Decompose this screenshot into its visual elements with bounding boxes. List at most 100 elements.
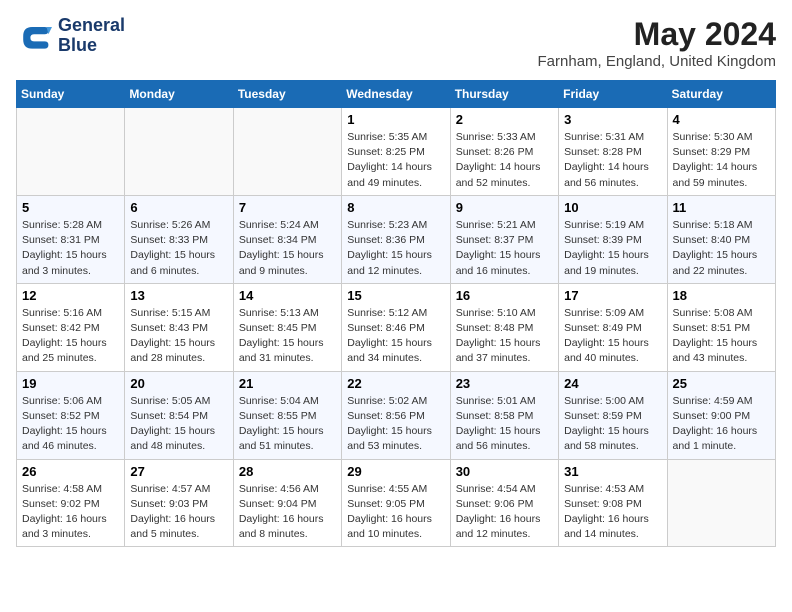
page-header: General Blue May 2024 Farnham, England, … xyxy=(16,16,776,70)
calendar-week-4: 19 Sunrise: 5:06 AM Sunset: 8:52 PM Dayli… xyxy=(17,371,776,459)
day-number: 15 xyxy=(347,288,444,303)
calendar-cell: 14 Sunrise: 5:13 AM Sunset: 8:45 PM Dayli… xyxy=(233,283,341,371)
calendar-cell: 8 Sunrise: 5:23 AM Sunset: 8:36 PM Daylig… xyxy=(342,195,450,283)
day-number: 16 xyxy=(456,288,553,303)
day-number: 26 xyxy=(22,464,119,479)
calendar-week-1: 1Sunrise: 5:35 AM Sunset: 8:25 PM Daylig… xyxy=(17,108,776,196)
calendar-cell: 16 Sunrise: 5:10 AM Sunset: 8:48 PM Dayli… xyxy=(450,283,558,371)
day-number: 7 xyxy=(239,200,336,215)
day-number: 11 xyxy=(673,200,770,215)
day-info: Sunrise: 5:04 AM Sunset: 8:55 PM Dayligh… xyxy=(239,394,336,455)
day-info: Sunrise: 5:08 AM Sunset: 8:51 PM Dayligh… xyxy=(673,306,770,367)
day-info: Sunrise: 5:02 AM Sunset: 8:56 PM Dayligh… xyxy=(347,394,444,455)
day-number: 10 xyxy=(564,200,661,215)
calendar-cell: 15Sunrise: 5:12 AM Sunset: 8:46 PM Dayli… xyxy=(342,283,450,371)
day-info: Sunrise: 5:26 AM Sunset: 8:33 PM Dayligh… xyxy=(130,218,227,279)
calendar-cell: 10 Sunrise: 5:19 AM Sunset: 8:39 PM Dayli… xyxy=(559,195,667,283)
calendar-cell: 17 Sunrise: 5:09 AM Sunset: 8:49 PM Dayli… xyxy=(559,283,667,371)
day-number: 2 xyxy=(456,112,553,127)
day-info: Sunrise: 5:00 AM Sunset: 8:59 PM Dayligh… xyxy=(564,394,661,455)
day-info: Sunrise: 5:10 AM Sunset: 8:48 PM Dayligh… xyxy=(456,306,553,367)
calendar-body: 1Sunrise: 5:35 AM Sunset: 8:25 PM Daylig… xyxy=(17,108,776,547)
header-day-monday: Monday xyxy=(125,81,233,108)
day-info: Sunrise: 5:19 AM Sunset: 8:39 PM Dayligh… xyxy=(564,218,661,279)
day-info: Sunrise: 5:16 AM Sunset: 8:42 PM Dayligh… xyxy=(22,306,119,367)
day-number: 24 xyxy=(564,376,661,391)
day-number: 14 xyxy=(239,288,336,303)
logo-line1: General xyxy=(58,16,125,36)
day-number: 4 xyxy=(673,112,770,127)
calendar-cell: 7 Sunrise: 5:24 AM Sunset: 8:34 PM Daylig… xyxy=(233,195,341,283)
logo-text: General Blue xyxy=(58,16,125,56)
day-info: Sunrise: 4:54 AM Sunset: 9:06 PM Dayligh… xyxy=(456,482,553,543)
calendar-cell: 25 Sunrise: 4:59 AM Sunset: 9:00 PM Dayli… xyxy=(667,371,775,459)
calendar-cell: 21Sunrise: 5:04 AM Sunset: 8:55 PM Dayli… xyxy=(233,371,341,459)
calendar-cell: 30Sunrise: 4:54 AM Sunset: 9:06 PM Dayli… xyxy=(450,459,558,547)
day-info: Sunrise: 5:18 AM Sunset: 8:40 PM Dayligh… xyxy=(673,218,770,279)
header-day-wednesday: Wednesday xyxy=(342,81,450,108)
day-number: 18 xyxy=(673,288,770,303)
day-info: Sunrise: 5:15 AM Sunset: 8:43 PM Dayligh… xyxy=(130,306,227,367)
title-block: May 2024 Farnham, England, United Kingdo… xyxy=(538,16,776,70)
calendar-cell: 6 Sunrise: 5:26 AM Sunset: 8:33 PM Daylig… xyxy=(125,195,233,283)
header-day-sunday: Sunday xyxy=(17,81,125,108)
day-info: Sunrise: 5:05 AM Sunset: 8:54 PM Dayligh… xyxy=(130,394,227,455)
calendar-cell: 26Sunrise: 4:58 AM Sunset: 9:02 PM Dayli… xyxy=(17,459,125,547)
day-number: 31 xyxy=(564,464,661,479)
calendar-week-2: 5Sunrise: 5:28 AM Sunset: 8:31 PM Daylig… xyxy=(17,195,776,283)
day-info: Sunrise: 5:31 AM Sunset: 8:28 PM Dayligh… xyxy=(564,130,661,191)
calendar-cell: 23 Sunrise: 5:01 AM Sunset: 8:58 PM Dayli… xyxy=(450,371,558,459)
header-day-saturday: Saturday xyxy=(667,81,775,108)
calendar-cell: 19 Sunrise: 5:06 AM Sunset: 8:52 PM Dayli… xyxy=(17,371,125,459)
calendar-cell: 9 Sunrise: 5:21 AM Sunset: 8:37 PM Daylig… xyxy=(450,195,558,283)
calendar-cell: 29Sunrise: 4:55 AM Sunset: 9:05 PM Dayli… xyxy=(342,459,450,547)
logo-line2: Blue xyxy=(58,36,125,56)
logo-icon xyxy=(16,18,52,54)
day-number: 27 xyxy=(130,464,227,479)
page-title: May 2024 xyxy=(538,16,776,53)
calendar-cell xyxy=(667,459,775,547)
day-info: Sunrise: 5:21 AM Sunset: 8:37 PM Dayligh… xyxy=(456,218,553,279)
header-day-thursday: Thursday xyxy=(450,81,558,108)
calendar-cell: 3 Sunrise: 5:31 AM Sunset: 8:28 PM Daylig… xyxy=(559,108,667,196)
calendar-cell: 12 Sunrise: 5:16 AM Sunset: 8:42 PM Dayli… xyxy=(17,283,125,371)
day-number: 20 xyxy=(130,376,227,391)
calendar-header: SundayMondayTuesdayWednesdayThursdayFrid… xyxy=(17,81,776,108)
day-info: Sunrise: 5:13 AM Sunset: 8:45 PM Dayligh… xyxy=(239,306,336,367)
day-info: Sunrise: 4:59 AM Sunset: 9:00 PM Dayligh… xyxy=(673,394,770,455)
day-number: 19 xyxy=(22,376,119,391)
day-info: Sunrise: 5:01 AM Sunset: 8:58 PM Dayligh… xyxy=(456,394,553,455)
header-day-friday: Friday xyxy=(559,81,667,108)
day-info: Sunrise: 5:06 AM Sunset: 8:52 PM Dayligh… xyxy=(22,394,119,455)
calendar-cell: 24 Sunrise: 5:00 AM Sunset: 8:59 PM Dayli… xyxy=(559,371,667,459)
day-info: Sunrise: 5:24 AM Sunset: 8:34 PM Dayligh… xyxy=(239,218,336,279)
day-info: Sunrise: 5:09 AM Sunset: 8:49 PM Dayligh… xyxy=(564,306,661,367)
day-info: Sunrise: 4:56 AM Sunset: 9:04 PM Dayligh… xyxy=(239,482,336,543)
calendar-cell: 1Sunrise: 5:35 AM Sunset: 8:25 PM Daylig… xyxy=(342,108,450,196)
day-number: 17 xyxy=(564,288,661,303)
day-number: 8 xyxy=(347,200,444,215)
day-info: Sunrise: 4:57 AM Sunset: 9:03 PM Dayligh… xyxy=(130,482,227,543)
day-number: 13 xyxy=(130,288,227,303)
calendar-week-5: 26Sunrise: 4:58 AM Sunset: 9:02 PM Dayli… xyxy=(17,459,776,547)
calendar-cell: 2 Sunrise: 5:33 AM Sunset: 8:26 PM Daylig… xyxy=(450,108,558,196)
logo: General Blue xyxy=(16,16,125,56)
header-row: SundayMondayTuesdayWednesdayThursdayFrid… xyxy=(17,81,776,108)
day-info: Sunrise: 5:35 AM Sunset: 8:25 PM Dayligh… xyxy=(347,130,444,191)
day-number: 22 xyxy=(347,376,444,391)
day-number: 25 xyxy=(673,376,770,391)
day-number: 3 xyxy=(564,112,661,127)
day-number: 9 xyxy=(456,200,553,215)
calendar-cell: 4 Sunrise: 5:30 AM Sunset: 8:29 PM Daylig… xyxy=(667,108,775,196)
day-info: Sunrise: 4:55 AM Sunset: 9:05 PM Dayligh… xyxy=(347,482,444,543)
day-info: Sunrise: 5:23 AM Sunset: 8:36 PM Dayligh… xyxy=(347,218,444,279)
day-info: Sunrise: 4:53 AM Sunset: 9:08 PM Dayligh… xyxy=(564,482,661,543)
day-info: Sunrise: 5:30 AM Sunset: 8:29 PM Dayligh… xyxy=(673,130,770,191)
day-number: 23 xyxy=(456,376,553,391)
header-day-tuesday: Tuesday xyxy=(233,81,341,108)
calendar-week-3: 12 Sunrise: 5:16 AM Sunset: 8:42 PM Dayli… xyxy=(17,283,776,371)
calendar-cell: 11 Sunrise: 5:18 AM Sunset: 8:40 PM Dayli… xyxy=(667,195,775,283)
day-number: 6 xyxy=(130,200,227,215)
day-number: 12 xyxy=(22,288,119,303)
day-info: Sunrise: 5:33 AM Sunset: 8:26 PM Dayligh… xyxy=(456,130,553,191)
